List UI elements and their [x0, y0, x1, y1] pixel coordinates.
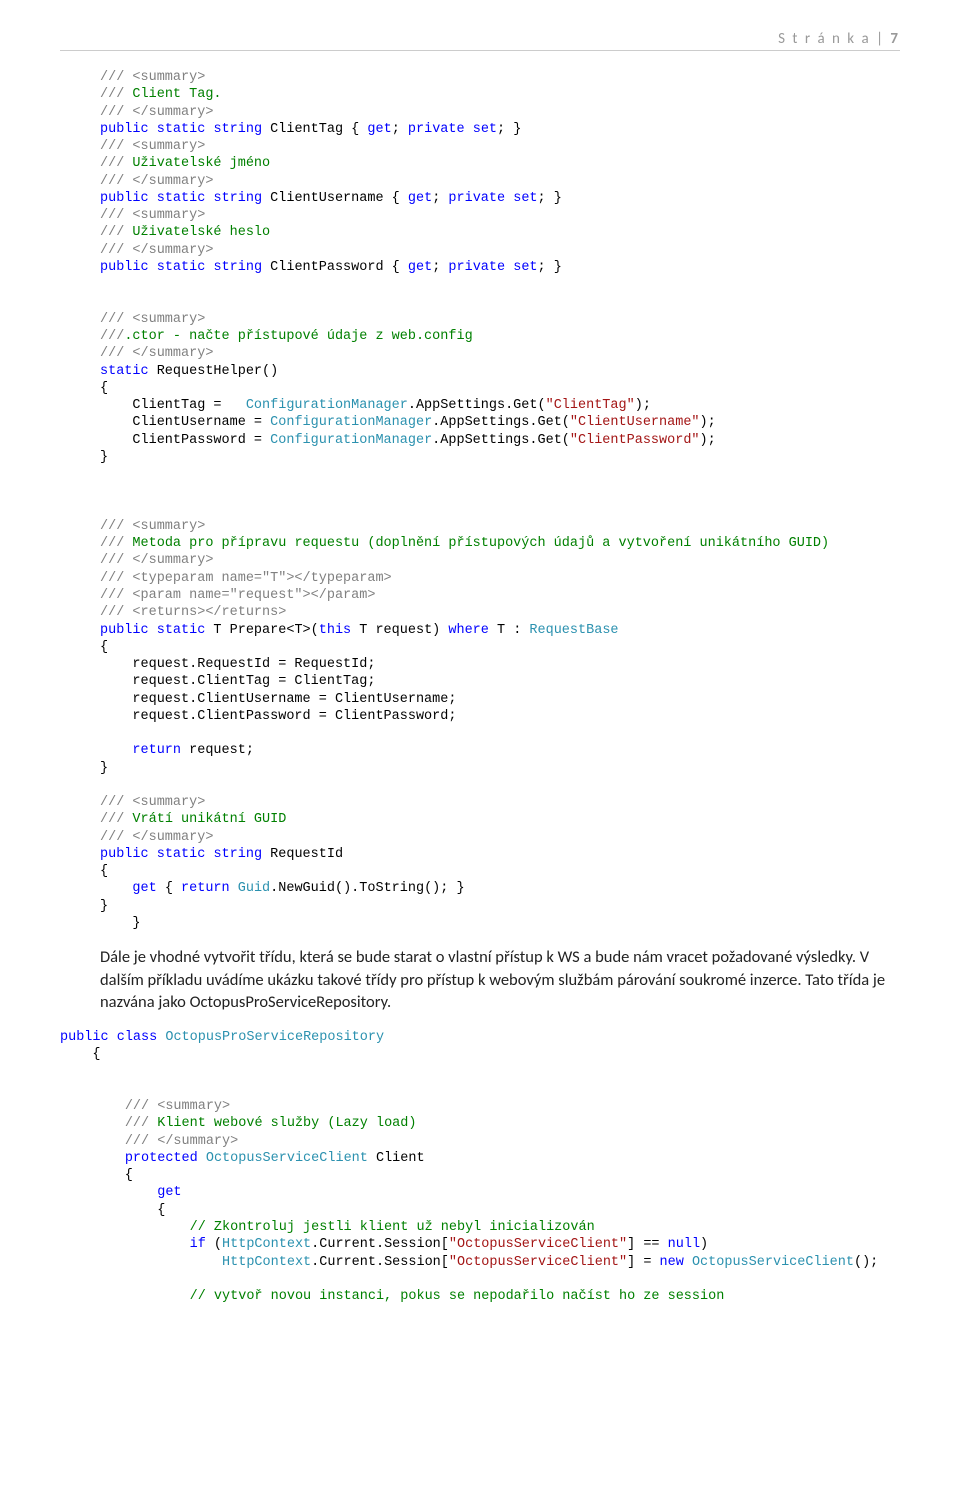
keyword: if — [190, 1237, 206, 1252]
keyword: set — [513, 191, 537, 206]
keyword: public — [100, 191, 149, 206]
doc-comment: Uživatelské heslo — [124, 225, 270, 240]
code-line: request.ClientUsername = ClientUsername; — [132, 692, 456, 707]
code-line: request.ClientTag = ClientTag; — [132, 674, 375, 689]
keyword: private — [448, 191, 505, 206]
type: HttpContext — [222, 1255, 311, 1270]
keyword: get — [408, 260, 432, 275]
keyword: public — [60, 1030, 109, 1045]
type: ConfigurationManager — [270, 433, 432, 448]
keyword: static — [157, 623, 206, 638]
comment: // Zkontroluj jestli klient už nebyl ini… — [190, 1220, 595, 1235]
string-literal: "ClientUsername" — [570, 415, 700, 430]
xml-doc: /// <typeparam name="T"></typeparam> — [100, 571, 392, 586]
type: OctopusServiceClient — [206, 1151, 368, 1166]
keyword: public — [100, 847, 149, 862]
keyword: string — [213, 122, 262, 137]
doc-comment: Klient webové služby (Lazy load) — [149, 1116, 416, 1131]
header-text: S t r á n k a | — [778, 30, 890, 48]
page-number: 7 — [890, 30, 900, 48]
keyword: return — [132, 743, 181, 758]
xml-doc: /// <param name="request"></param> — [100, 588, 375, 603]
xml-doc: /// <summary> — [100, 795, 205, 810]
keyword: static — [157, 260, 206, 275]
code-block-request-helper: /// <summary> /// Client Tag. /// </summ… — [100, 69, 900, 932]
keyword: get — [408, 191, 432, 206]
xml-doc: /// <summary> — [100, 139, 205, 154]
keyword: private — [448, 260, 505, 275]
xml-doc: /// </summary> — [100, 830, 213, 845]
keyword: set — [473, 122, 497, 137]
xml-doc: /// <summary> — [100, 312, 205, 327]
xml-doc: /// <returns></returns> — [100, 605, 286, 620]
keyword: string — [213, 260, 262, 275]
string-literal: "OctopusServiceClient" — [449, 1255, 627, 1270]
keyword: new — [660, 1255, 684, 1270]
paragraph-text: Dále je vhodné vytvořit třídu, která se … — [100, 946, 900, 1013]
keyword: public — [100, 260, 149, 275]
type: Guid — [238, 881, 270, 896]
keyword: return — [181, 881, 230, 896]
doc-comment: Uživatelské jméno — [124, 156, 270, 171]
xml-doc: /// </summary> — [100, 346, 213, 361]
doc-comment: Metoda pro přípravu requestu (doplnění p… — [124, 536, 829, 551]
type: OctopusServiceClient — [692, 1255, 854, 1270]
keyword: private — [408, 122, 465, 137]
keyword: protected — [125, 1151, 198, 1166]
keyword: static — [100, 364, 149, 379]
xml-doc: /// </summary> — [100, 105, 213, 120]
header-divider — [60, 50, 900, 51]
keyword: null — [668, 1237, 700, 1252]
document-page: S t r á n k a | 7 /// <summary> /// Clie… — [0, 0, 960, 1345]
type: ConfigurationManager — [246, 398, 408, 413]
keyword: public — [100, 122, 149, 137]
type: ConfigurationManager — [270, 415, 432, 430]
keyword: get — [132, 881, 156, 896]
xml-doc: /// <summary> — [100, 208, 205, 223]
keyword: string — [213, 191, 262, 206]
code-line: request.RequestId = RequestId; — [132, 657, 375, 672]
keyword: where — [448, 623, 489, 638]
code-text: .NewGuid().ToString(); } — [270, 881, 464, 896]
string-literal: "ClientPassword" — [570, 433, 700, 448]
doc-comment: .ctor - načte přístupové údaje z web.con… — [124, 329, 472, 344]
comment: // vytvoř novou instanci, pokus se nepod… — [190, 1289, 725, 1304]
keyword: this — [319, 623, 351, 638]
doc-comment: Vrátí unikátní GUID — [124, 812, 286, 827]
keyword: get — [157, 1185, 181, 1200]
page-header: S t r á n k a | 7 — [60, 30, 900, 48]
keyword: static — [157, 191, 206, 206]
doc-comment: Client Tag. — [124, 87, 221, 102]
code-line: request.ClientPassword = ClientPassword; — [132, 709, 456, 724]
xml-doc: /// </summary> — [100, 243, 213, 258]
string-literal: "OctopusServiceClient" — [449, 1237, 627, 1252]
keyword: string — [213, 847, 262, 862]
keyword: static — [157, 122, 206, 137]
xml-doc: /// </summary> — [125, 1134, 238, 1149]
keyword: set — [513, 260, 537, 275]
code-block-repository: public class OctopusProServiceRepository… — [60, 1029, 900, 1305]
type: OctopusProServiceRepository — [165, 1030, 384, 1045]
xml-doc: /// </summary> — [100, 174, 213, 189]
xml-doc: /// </summary> — [100, 553, 213, 568]
keyword: static — [157, 847, 206, 862]
keyword: class — [117, 1030, 158, 1045]
xml-doc: /// <summary> — [125, 1099, 230, 1114]
xml-doc: /// <summary> — [100, 519, 205, 534]
type: RequestBase — [529, 623, 618, 638]
string-literal: "ClientTag" — [546, 398, 635, 413]
keyword: get — [367, 122, 391, 137]
keyword: public — [100, 623, 149, 638]
code-text: request; — [181, 743, 254, 758]
xml-doc: /// <summary> — [100, 70, 205, 85]
type: HttpContext — [222, 1237, 311, 1252]
